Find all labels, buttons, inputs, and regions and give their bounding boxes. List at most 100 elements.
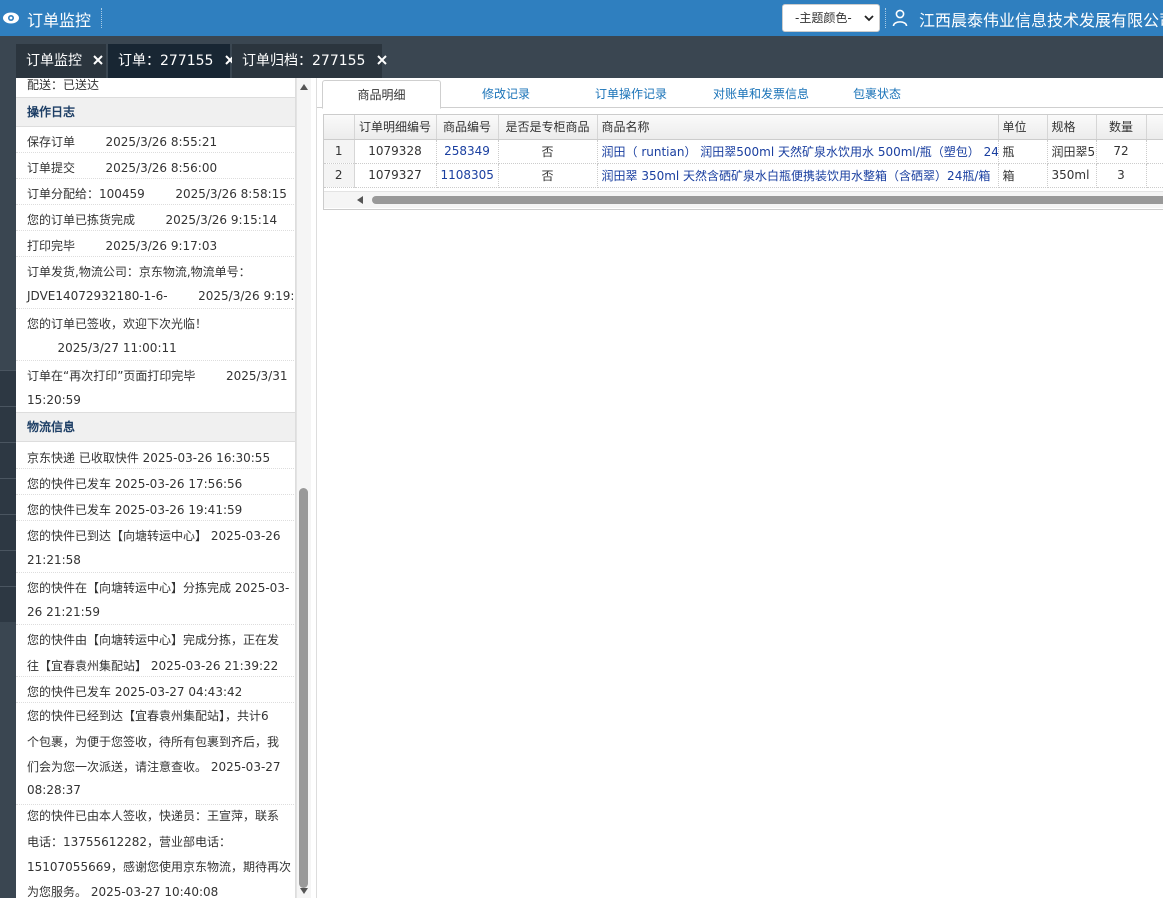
log-text: 保存订单 2025/3/26 8:55:21 (27, 135, 218, 149)
log-text: 订单发货,物流公司：京东物流,物流单号： (27, 265, 251, 279)
counter-cell: 否 (498, 139, 598, 164)
sku-link[interactable]: 258349 (436, 139, 499, 164)
section-header-logistics: 物流信息 (16, 412, 295, 442)
logistics-text: 您的快件由【向塘转运中心】完成分拣，正在发 (27, 633, 280, 647)
product-name-link[interactable]: 润田（ runtian） 润田翠500ml 天然矿泉水饮用水 500ml/瓶（塑… (597, 139, 999, 164)
product-grid: 订单明细编号 商品编号 是否是专柜商品 商品名称 单位 规格 数量 1 1079… (323, 114, 1163, 210)
side-nav-item[interactable] (0, 586, 16, 622)
logistics-text: 您的快件已发车 2025-03-26 19:41:59 (27, 503, 243, 517)
logistics-text: 15107055669，感谢您使用京东物流，期待再次 (27, 860, 291, 874)
log-text: 您的订单已签收，欢迎下次光临！ (27, 317, 208, 331)
logistics-text: 您的快件已由本人签收，快递员：王宣萍，联系 (27, 809, 280, 823)
tab-order-archive[interactable]: 订单归档：277155 (232, 44, 387, 78)
empty-cell (1146, 163, 1163, 188)
logistics-text: 08:28:37 (27, 783, 81, 797)
side-nav-item[interactable] (0, 550, 16, 586)
log-entry: 打印完毕 2025/3/26 9:17:03 (16, 231, 295, 257)
log-text: 2025/3/27 11:00:11 (27, 341, 177, 355)
scroll-left-arrow-icon[interactable] (357, 196, 363, 204)
product-name-link[interactable]: 润田翠 350ml 天然含硒矿泉水白瓶便携装饮用水整箱（含硒翠）24瓶/箱 (597, 163, 999, 188)
column-header[interactable]: 订单明细编号 (354, 115, 437, 140)
chevron-down-icon (864, 15, 874, 22)
scrollbar-thumb[interactable] (299, 488, 308, 888)
order-info-panel: 配送：已送达 操作日志 保存订单 2025/3/26 8:55:21 订单提交 … (16, 78, 296, 898)
theme-color-select[interactable]: -主题颜色- (782, 4, 880, 32)
logistics-text: 电话：13755612282，营业部电话： (27, 835, 231, 849)
logistics-text: 您的快件已发车 2025-03-26 17:56:56 (27, 477, 243, 491)
column-header (1146, 115, 1163, 140)
detail-subtabs: 商品明细 修改记录 订单操作记录 对账单和发票信息 包裹状态 (317, 78, 1163, 109)
log-entry: 订单发货,物流公司：京东物流,物流单号： JDVE14072932180-1-6… (16, 257, 296, 309)
logistics-entry: 您的快件已经到达【宜春袁州集配站】，共计6 个包裹，为便于您签收，待所有包裹到齐… (16, 703, 295, 805)
top-bar: 订单监控 -主题颜色- 江西晨泰伟业信息技术发展有限公司 (0, 0, 1163, 36)
tab-order-detail[interactable]: 订单：277155 (108, 44, 235, 78)
counter-cell: 否 (498, 163, 598, 188)
side-nav-item[interactable] (0, 406, 16, 442)
column-header[interactable]: 是否是专柜商品 (498, 115, 598, 140)
close-icon[interactable] (376, 54, 388, 66)
tab-order-monitor[interactable]: 订单监控 (16, 44, 106, 78)
column-header[interactable]: 商品名称 (597, 115, 999, 140)
spec-cell: 350ml (1047, 163, 1097, 188)
spec-cell: 润田翠500ml (1047, 139, 1097, 164)
subtab-order-operation-log[interactable]: 订单操作记录 (581, 80, 681, 108)
logistics-text: 您的快件已到达【向塘转运中心】 2025-03-26 (27, 529, 281, 543)
log-entry: 您的订单已拣货完成 2025/3/26 9:15:14 (16, 205, 295, 231)
scrollbar-thumb[interactable] (372, 196, 1163, 204)
logistics-text: 个包裹，为便于您签收，待所有包裹到齐后，我 (27, 735, 280, 749)
detail-id-cell: 1079327 (354, 163, 437, 188)
log-entry: 订单提交 2025/3/26 8:56:00 (16, 153, 295, 179)
sku-link[interactable]: 1108305 (436, 163, 499, 188)
grid-horizontal-scrollbar[interactable] (324, 191, 1163, 208)
side-nav-item[interactable] (0, 442, 16, 478)
log-entry: 保存订单 2025/3/26 8:55:21 (16, 127, 295, 153)
scroll-down-arrow-icon[interactable] (300, 888, 308, 894)
side-nav-item[interactable] (0, 514, 16, 550)
subtab-package-status[interactable]: 包裹状态 (837, 80, 917, 108)
tab-label: 订单归档：277155 (242, 53, 366, 69)
logistics-text: 们会为您一次派送，请注意查收。 2025-03-27 (27, 760, 281, 774)
detail-id-cell: 1079328 (354, 139, 437, 164)
column-header[interactable]: 商品编号 (436, 115, 499, 140)
logistics-text: 京东快递 已收取快件 2025-03-26 16:30:55 (27, 451, 271, 465)
log-text: JDVE14072932180-1-6- 2025/3/26 9:19:59 (27, 289, 296, 303)
log-text: 您的订单已拣货完成 2025/3/26 9:15:14 (27, 213, 278, 227)
log-entry: 您的订单已签收，欢迎下次光临！ 2025/3/27 11:00:11 (16, 309, 295, 361)
order-detail-pane: 商品明细 修改记录 订单操作记录 对账单和发票信息 包裹状态 订单明细编号 商品… (316, 78, 1163, 898)
left-panel-scrollbar[interactable] (296, 78, 311, 898)
column-header[interactable]: 规格 (1047, 115, 1097, 140)
side-nav-item[interactable] (0, 370, 16, 406)
log-text: 订单在“再次打印”页面打印完毕 2025/3/31 (27, 369, 288, 383)
log-text: 订单分配给：100459 2025/3/26 8:58:15 (27, 187, 287, 201)
logistics-text: 21:21:58 (27, 553, 81, 567)
divider (101, 8, 102, 28)
log-entry: 订单在“再次打印”页面打印完毕 2025/3/31 15:20:59 (16, 361, 295, 413)
row-number-header (324, 115, 355, 140)
table-row[interactable]: 2 1079327 1108305 否 润田翠 350ml 天然含硒矿泉水白瓶便… (324, 163, 1163, 188)
logistics-entry: 您的快件在【向塘转运中心】分拣完成 2025-03- 26 21:21:59 (16, 573, 295, 625)
tab-label: 订单监控 (26, 53, 82, 69)
logistics-text: 您的快件在【向塘转运中心】分拣完成 2025-03- (27, 581, 290, 595)
app-title: 订单监控 (27, 11, 92, 30)
logistics-entry: 您的快件已发车 2025-03-26 19:41:59 (16, 495, 295, 521)
scroll-up-arrow-icon[interactable] (300, 84, 308, 90)
subtab-product-detail[interactable]: 商品明细 (322, 80, 441, 109)
log-text: 15:20:59 (27, 393, 81, 407)
side-nav-item[interactable] (0, 478, 16, 514)
subtab-statement-invoice[interactable]: 对账单和发票信息 (699, 80, 823, 108)
logistics-text: 26 21:21:59 (27, 605, 100, 619)
logistics-text: 您的快件已发车 2025-03-27 04:43:42 (27, 685, 243, 699)
logistics-text: 往【宜春袁州集配站】 2025-03-26 21:39:22 (27, 659, 279, 673)
logistics-entry: 您的快件已发车 2025-03-27 04:43:42 (16, 677, 295, 703)
column-header[interactable]: 单位 (998, 115, 1048, 140)
theme-select-value: -主题颜色- (795, 11, 852, 25)
table-row[interactable]: 1 1079328 258349 否 润田（ runtian） 润田翠500ml… (324, 139, 1163, 164)
row-number: 1 (324, 139, 355, 164)
logistics-entry: 您的快件已到达【向塘转运中心】 2025-03-26 21:21:58 (16, 521, 295, 573)
close-icon[interactable] (92, 54, 104, 66)
subtab-modify-log[interactable]: 修改记录 (461, 80, 551, 108)
company-name[interactable]: 江西晨泰伟业信息技术发展有限公司 (919, 7, 1163, 31)
user-icon[interactable] (892, 9, 908, 27)
log-text: 订单提交 2025/3/26 8:56:00 (27, 161, 218, 175)
column-header[interactable]: 数量 (1096, 115, 1147, 140)
